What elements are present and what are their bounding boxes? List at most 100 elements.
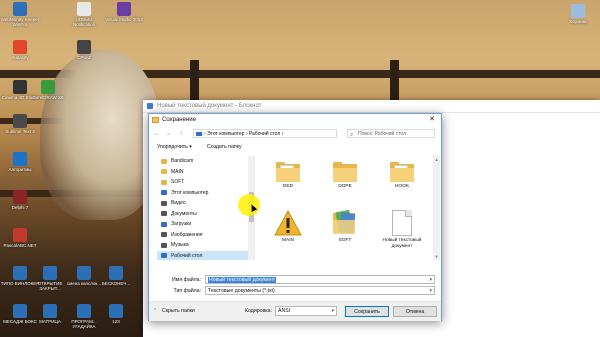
nav-item-label: MAIN: [171, 168, 184, 175]
back-button[interactable]: ←: [153, 130, 161, 138]
pictures-icon: [161, 232, 167, 237]
nav-item-bandicam[interactable]: Bandicam: [157, 156, 255, 167]
scroll-up-icon[interactable]: ▲: [433, 157, 440, 162]
desktop-icon-notification[interactable]: НОВЫЙ Notification: [64, 2, 104, 27]
nav-item-main[interactable]: MAIN: [157, 167, 255, 178]
nav-item-label: Видео: [171, 200, 186, 206]
filename-label: Имя файла:: [172, 277, 201, 283]
desktop-icon-label: Корзина: [569, 19, 587, 24]
breadcrumb: › Этот компьютер › Рабочий стол ›: [204, 131, 284, 137]
desktop-icon-delphi[interactable]: Delphi 7: [0, 190, 40, 210]
desktop-icon-coreldraw[interactable]: CorelDRAW X8: [28, 80, 68, 100]
desktop-icon-recycle-bin[interactable]: Корзина: [558, 4, 598, 24]
desktop-icon-label: Delphi 7: [11, 205, 29, 210]
hide-folders-button[interactable]: Скрыть папки: [162, 307, 195, 316]
folder-icon: [390, 162, 414, 182]
filetype-value: Текстовые документы (*.txt): [208, 288, 275, 294]
encoding-select[interactable]: ANSI ▾: [275, 306, 337, 316]
sublime-icon: [13, 114, 27, 128]
text-document-icon: [392, 210, 412, 236]
filetype-row: Тип файла: Текстовые документы (*.txt) ▾: [149, 286, 441, 297]
scroll-down-icon[interactable]: ▼: [433, 254, 440, 259]
file-item-dope[interactable]: DOPE: [322, 160, 368, 190]
desktop-icon-audacity[interactable]: Audacity: [0, 40, 40, 60]
folder-icon: [161, 179, 167, 185]
nav-item-label: Изображения: [171, 231, 203, 238]
nav-item-label: Музыка: [171, 242, 189, 248]
file-list-scrollbar[interactable]: ▲ ▼: [433, 156, 440, 260]
desktop-icon-cpuz[interactable]: CPU-Z: [64, 40, 104, 60]
desktop-icon-webmoney[interactable]: WebMoney Keeper WinPro: [0, 2, 40, 27]
desktop-icon-algorithms[interactable]: Алгоритмы: [0, 152, 40, 172]
video-icon: [161, 200, 167, 206]
file-item-main[interactable]: MAIN: [265, 209, 311, 244]
desktop-icon-label: Audacity: [11, 55, 29, 60]
new-folder-button[interactable]: Создать папку: [207, 143, 242, 152]
program-icon: [109, 304, 123, 318]
folder-icon: [161, 158, 167, 164]
folder-icon: [276, 162, 300, 182]
nav-item-label: Документы: [171, 210, 197, 217]
chevron-up-icon[interactable]: ⌃: [153, 308, 157, 314]
desktop-icon-label: НОВЫЙ Notification: [72, 17, 96, 27]
nav-item-downloads[interactable]: Загрузки: [157, 219, 255, 230]
desktop-icon-label: Алгоритмы: [8, 167, 32, 172]
nav-item-music[interactable]: Музыка: [157, 240, 255, 251]
desktop-icon-infinite[interactable]: БЕСКОНЕЧ...: [96, 266, 136, 286]
dialog-footer: ⌃ Скрыть папки Кодировка: ANSI ▾ Сохрани…: [149, 301, 441, 321]
program-icon: [43, 304, 57, 318]
delphi-icon: [13, 190, 27, 204]
nav-item-label: Bandicam: [171, 158, 194, 164]
nav-item-pictures[interactable]: Изображения: [157, 230, 255, 241]
desktop-icon-123[interactable]: 123: [96, 304, 136, 324]
filetype-select[interactable]: Текстовые документы (*.txt) ▾: [205, 286, 435, 295]
chevron-down-icon[interactable]: ▾: [429, 287, 432, 295]
forward-button[interactable]: →: [164, 130, 172, 138]
cpuz-icon: [77, 40, 91, 54]
desktop-icon-pascal[interactable]: PascalABC.NET: [0, 228, 40, 248]
audacity-icon: [13, 40, 27, 54]
desktop-icon-visual-studio[interactable]: Visual Studio 2013: [104, 2, 144, 22]
downloads-icon: [161, 221, 167, 227]
chevron-down-icon[interactable]: ▾: [429, 276, 432, 284]
cinema4d-icon: [13, 80, 27, 94]
desktop-icon-label: PascalABC.NET: [3, 243, 37, 248]
warning-icon: [274, 209, 302, 236]
program-icon: [109, 266, 123, 280]
dialog-toolbar: Упорядочить ▾ Создать папку: [149, 141, 441, 154]
chevron-down-icon[interactable]: ▾: [331, 307, 334, 316]
webmoney-icon: [13, 2, 27, 16]
close-button[interactable]: ✕: [425, 115, 439, 125]
file-item-label: Новый текстовый документ: [382, 238, 422, 249]
desktop-icon-label: CPU-Z: [77, 55, 91, 60]
encoding-value: ANSI: [278, 308, 291, 314]
desktop-icon-label: WebMoney Keeper WinPro: [0, 17, 40, 27]
address-bar[interactable]: › Этот компьютер › Рабочий стол ›: [193, 129, 337, 138]
desktop-icon-sublime[interactable]: Sublime Text 3: [0, 114, 40, 134]
file-item-ded[interactable]: DED: [265, 160, 311, 190]
documents-icon: [161, 211, 167, 216]
search-input[interactable]: ⌕ Поиск: Рабочий стол: [347, 129, 435, 138]
cancel-button[interactable]: Отмена: [393, 306, 437, 317]
nav-item-desktop[interactable]: Рабочий стол: [157, 250, 255, 260]
filename-input[interactable]: Новый текстовый документ ▾: [205, 275, 435, 284]
save-button[interactable]: Сохранить: [345, 306, 389, 317]
computer-icon: [161, 190, 167, 195]
file-item-hook[interactable]: HOOK: [379, 160, 425, 190]
algorithms-icon: [13, 152, 27, 166]
file-item-soft[interactable]: SOFT: [322, 209, 368, 244]
organize-button[interactable]: Упорядочить ▾: [157, 143, 192, 152]
folder-icon: [152, 117, 159, 123]
nav-item-soft[interactable]: SOFT: [157, 177, 255, 188]
up-button[interactable]: ↑: [177, 130, 185, 138]
file-item-new-text-document[interactable]: Новый текстовый документ: [379, 210, 425, 249]
nav-item-label: Загрузки: [171, 221, 192, 227]
visual-studio-icon: [117, 2, 131, 16]
wallpaper-dog: [40, 50, 160, 220]
file-list: DED DOPE HOOK MAIN SOFT Новый текстовый …: [257, 156, 433, 260]
music-icon: [161, 242, 167, 248]
coreldraw-icon: [41, 80, 55, 94]
desktop-icon-label: БЕСКОНЕЧ...: [101, 281, 131, 286]
folder-icon: [161, 169, 167, 174]
desktop-icon-label: Sublime Text 3: [5, 129, 35, 134]
